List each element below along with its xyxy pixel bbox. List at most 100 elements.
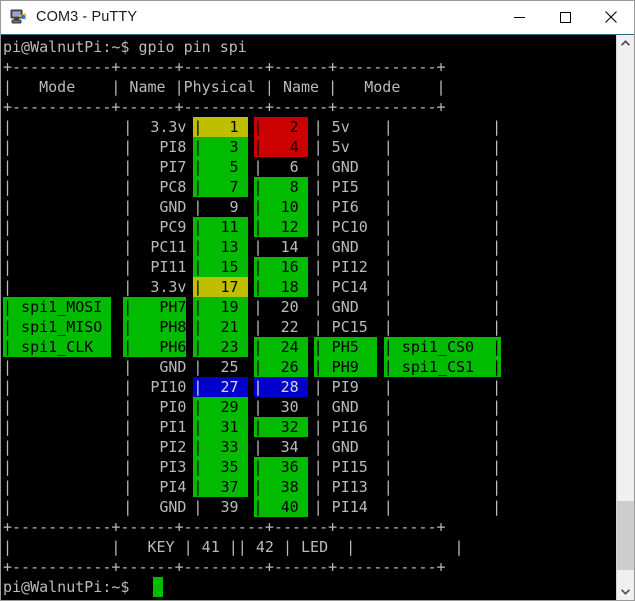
name-left-cell: | PI1 [123, 418, 187, 436]
mode-right-cell: | spi1_CS0 | [383, 337, 502, 357]
putty-window: COM3 - PuTTY pi@WalnutPi:~$ gpio pin spi… [0, 0, 635, 601]
pin-left-cell: | 13 [193, 237, 248, 257]
name-left-cell: | PH7 [123, 297, 187, 317]
name-right-cell: | GND [313, 158, 377, 176]
pin-left-cell: | 15 [193, 257, 248, 277]
name-right-cell: | PC15 [313, 318, 377, 336]
name-left-cell: | GND [123, 358, 187, 376]
mode-right-cell: | | [383, 118, 502, 136]
name-left-cell: | PC8 [123, 178, 187, 196]
pin-left-cell: | 3 [193, 137, 248, 157]
name-right-cell: | PI16 [313, 418, 377, 436]
name-left-cell: | PC9 [123, 218, 187, 236]
mode-left-cell: | [3, 458, 112, 476]
pin-left-cell: | 33 [193, 437, 248, 457]
mode-right-cell: | | [383, 218, 502, 236]
name-right-cell: | PI6 [313, 198, 377, 216]
table-rule: +-----------+------+---------+------+---… [3, 58, 446, 76]
pin-left-cell: | 31 [193, 417, 248, 437]
name-right-cell: | 5v [313, 138, 377, 156]
mode-left-cell: | [3, 498, 112, 516]
pin-left-cell: | 25 [193, 357, 248, 377]
mode-left-cell: | [3, 118, 112, 136]
mode-left-cell: | [3, 418, 112, 436]
name-left-cell: | PC11 [123, 238, 187, 256]
name-left-cell: | GND [123, 198, 187, 216]
name-right-cell: | GND [313, 298, 377, 316]
pin-left-cell: | 9 [193, 197, 248, 217]
pin-left-cell: | 7 [193, 177, 248, 197]
mode-left-cell: | [3, 358, 112, 376]
pin-right-cell: | 12 [253, 217, 308, 237]
name-left-cell: | PI0 [123, 398, 187, 416]
pin-right-cell: | 40 [253, 497, 308, 517]
mode-left-cell: | [3, 158, 112, 176]
mode-right-cell: | | [383, 458, 502, 476]
pin-right-cell: | 16 [253, 257, 308, 277]
pin-right-cell: | 26 [253, 357, 308, 377]
pin-left-cell: | 1 [193, 117, 248, 137]
name-right-cell: | PH5 [313, 337, 377, 357]
terminal-scrollbar[interactable] [616, 35, 634, 600]
name-left-cell: | PI10 [123, 378, 187, 396]
table-rule: +-----------+------+---------+------+---… [3, 98, 446, 116]
name-right-cell: | PH9 [313, 357, 377, 377]
pin-right-cell: | 30 [253, 397, 308, 417]
terminal-screen[interactable]: pi@WalnutPi:~$ gpio pin spi +-----------+… [1, 35, 616, 600]
name-right-cell: | PI5 [313, 178, 377, 196]
name-right-cell: | PC10 [313, 218, 377, 236]
name-right-cell: | PI9 [313, 378, 377, 396]
shell-prompt: pi@WalnutPi:~$ [3, 578, 139, 596]
mode-right-cell: | | [383, 138, 502, 156]
name-right-cell: | PC14 [313, 278, 377, 296]
pin-right-cell: | 14 [253, 237, 308, 257]
name-left-cell: | PI11 [123, 258, 187, 276]
scroll-up-arrow-icon[interactable] [617, 35, 634, 52]
pin-left-cell: | 19 [193, 297, 248, 317]
mode-left-cell: | [3, 278, 112, 296]
table-rule: +-----------+------+---------+------+---… [3, 558, 446, 576]
close-button[interactable] [588, 2, 634, 33]
mode-right-cell: | | [383, 398, 502, 416]
pin-right-cell: | 28 [253, 377, 308, 397]
pin-right-cell: | 18 [253, 277, 308, 297]
scroll-down-arrow-icon[interactable] [617, 583, 634, 600]
mode-left-cell: | spi1_MOSI [3, 297, 112, 317]
title-bar[interactable]: COM3 - PuTTY [1, 1, 634, 34]
mode-left-cell: | [3, 258, 112, 276]
mode-left-cell: | [3, 438, 112, 456]
pin-left-cell: | 35 [193, 457, 248, 477]
name-left-cell: | PI4 [123, 478, 187, 496]
mode-right-cell: | | [383, 278, 502, 296]
shell-command-line: pi@WalnutPi:~$ gpio pin spi [3, 38, 247, 56]
pin-right-cell: | 4 [253, 137, 308, 157]
pin-right-cell: | 20 [253, 297, 308, 317]
mode-left-cell: | spi1_MISO [3, 317, 112, 337]
mode-right-cell: | | [383, 198, 502, 216]
name-left-cell: | PI7 [123, 158, 187, 176]
mode-right-cell: | | [383, 418, 502, 436]
name-left-cell: | 3.3v [123, 118, 187, 136]
scrollbar-track[interactable] [617, 52, 634, 583]
name-right-cell: | GND [313, 238, 377, 256]
name-right-cell: | GND [313, 398, 377, 416]
maximize-button[interactable] [542, 2, 588, 33]
name-right-cell: | GND [313, 438, 377, 456]
pin-left-cell: | 11 [193, 217, 248, 237]
pin-left-cell: | 17 [193, 277, 248, 297]
scrollbar-thumb[interactable] [617, 500, 634, 570]
pin-left-cell: | 39 [193, 497, 248, 517]
mode-left-cell: | [3, 218, 112, 236]
mode-right-cell: | | [383, 238, 502, 256]
minimize-button[interactable] [496, 2, 542, 33]
pin-left-cell: | 29 [193, 397, 248, 417]
mode-right-cell: | | [383, 178, 502, 196]
pin-right-cell: | 34 [253, 437, 308, 457]
mode-right-cell: | | [383, 478, 502, 496]
name-left-cell: | PI3 [123, 458, 187, 476]
pin-right-cell: | 2 [253, 117, 308, 137]
name-left-cell: | PH8 [123, 317, 187, 337]
mode-right-cell: | | [383, 158, 502, 176]
mode-right-cell: | | [383, 498, 502, 516]
mode-left-cell: | [3, 198, 112, 216]
